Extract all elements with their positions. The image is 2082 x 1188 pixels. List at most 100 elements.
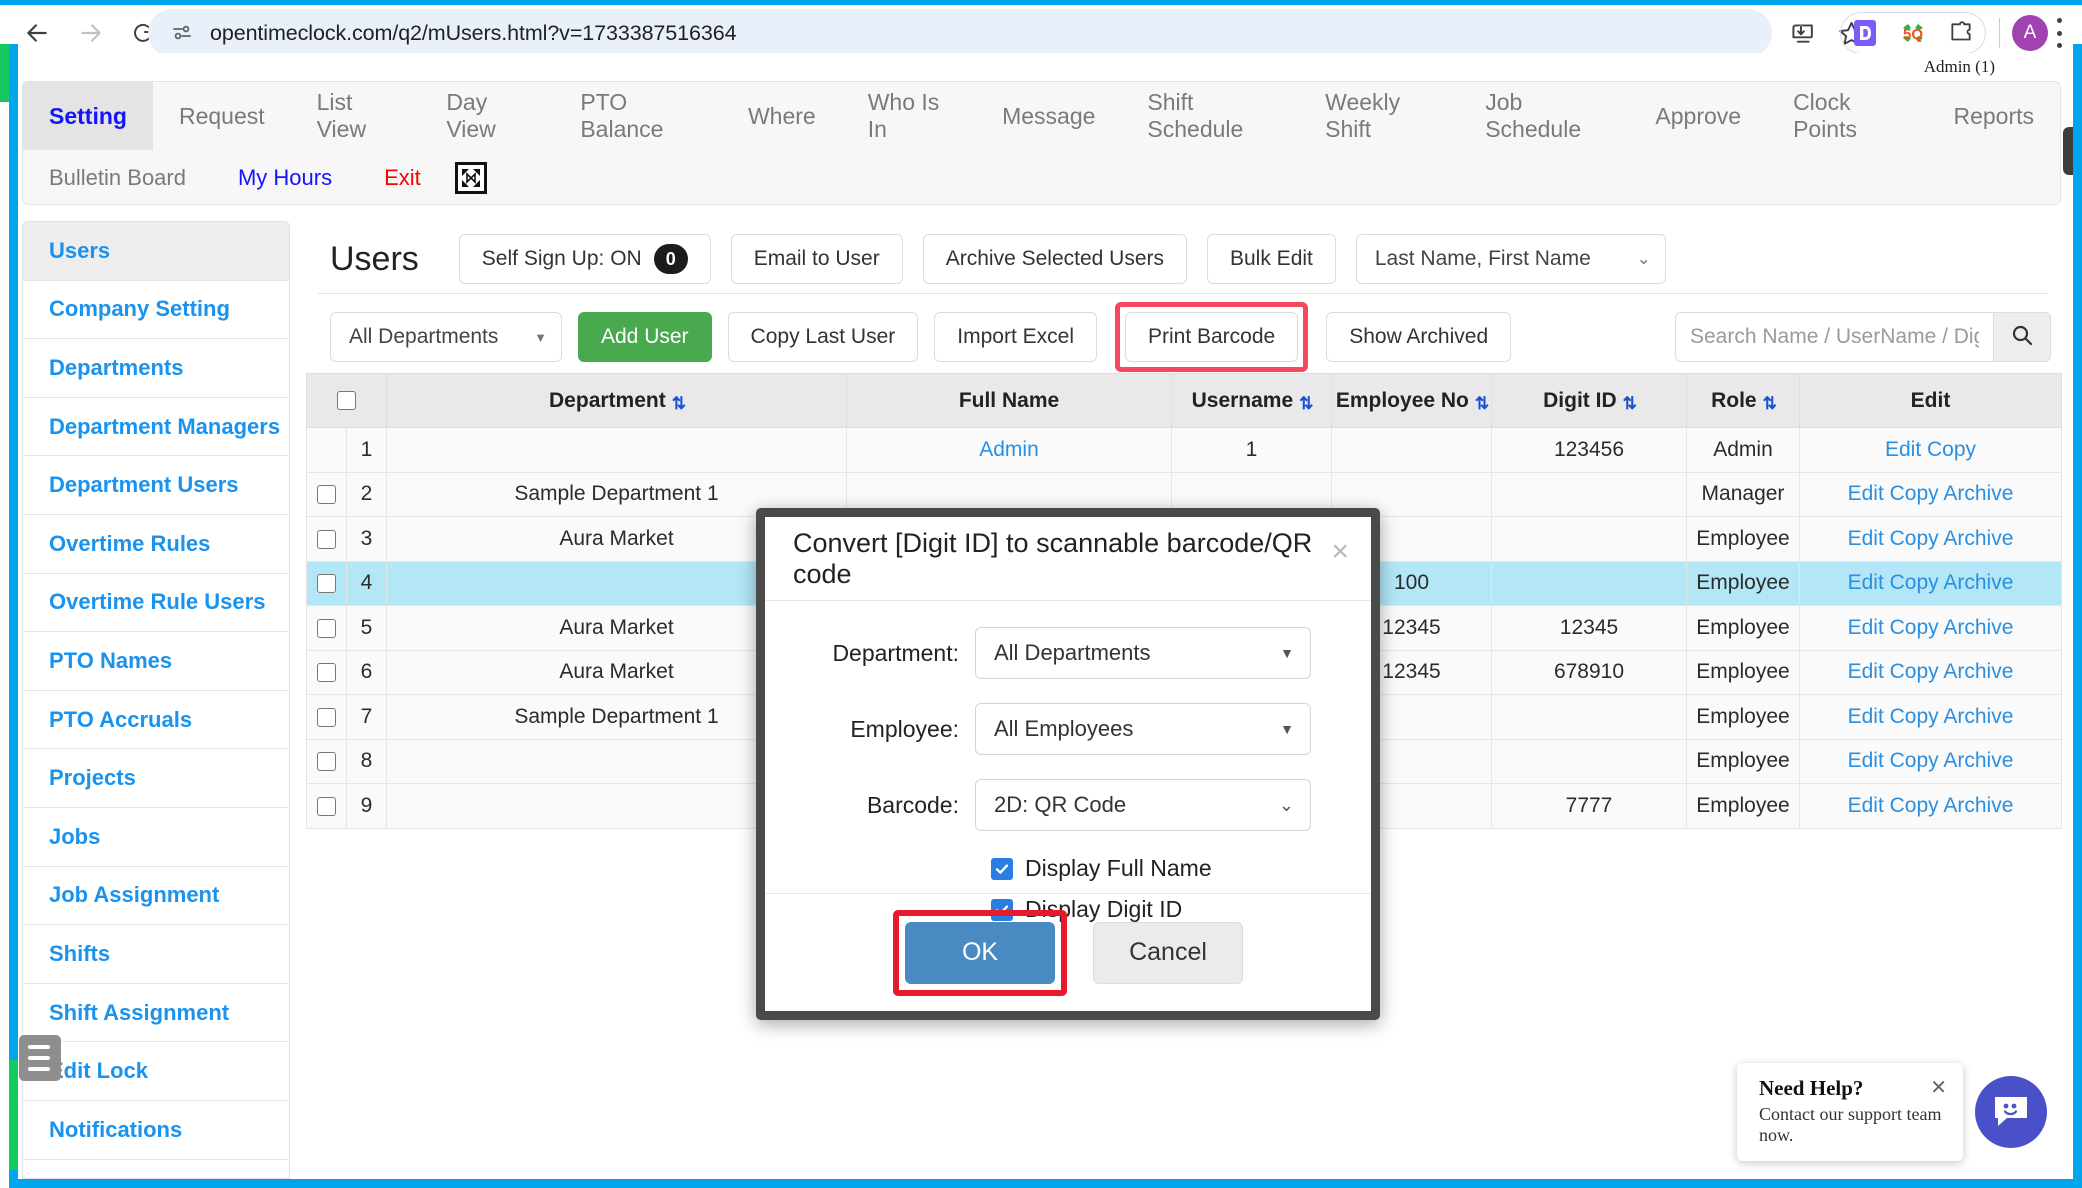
header-department[interactable]: Department ⇅ — [386, 373, 847, 428]
import-excel-button[interactable]: Import Excel — [934, 312, 1097, 362]
row-checkbox-cell[interactable] — [306, 516, 347, 562]
add-user-button[interactable]: Add User — [578, 312, 712, 362]
row-checkbox-cell[interactable] — [306, 560, 347, 606]
row-checkbox-cell[interactable] — [306, 783, 347, 829]
name-order-select[interactable]: Last Name, First Name ⌄ — [1355, 234, 1666, 284]
header-username[interactable]: Username ⇅ — [1171, 373, 1332, 428]
search-input[interactable] — [1675, 312, 1993, 362]
sidebar-item-pto-accruals[interactable]: PTO Accruals — [23, 690, 289, 750]
sidebar-item-job-assignment[interactable]: Job Assignment — [23, 866, 289, 926]
print-barcode-button[interactable]: Print Barcode — [1124, 312, 1299, 362]
tab-pto-balance[interactable]: PTO Balance — [554, 82, 722, 150]
sidebar-item-overtime-rule-users[interactable]: Overtime Rule Users — [23, 573, 289, 633]
cell-edit-actions-link[interactable]: Edit Copy Archive — [1848, 749, 2014, 772]
sidebar-item-departments[interactable]: Departments — [23, 339, 289, 398]
tab-shift-schedule[interactable]: Shift Schedule — [1121, 82, 1299, 150]
department-filter-select[interactable]: All Departments ▼ — [330, 312, 562, 362]
row-checkbox-cell[interactable] — [306, 605, 347, 651]
modal-department-select[interactable]: All Departments ▼ — [975, 627, 1311, 679]
cell-edit-actions-link[interactable]: Edit Copy — [1885, 438, 1976, 461]
tab-approve[interactable]: Approve — [1629, 82, 1767, 150]
sidebar-item-jobs[interactable]: Jobs — [23, 807, 289, 867]
header-select-all[interactable] — [306, 373, 387, 428]
show-archived-button[interactable]: Show Archived — [1326, 312, 1512, 362]
tab-who-is-in[interactable]: Who Is In — [842, 82, 976, 150]
row-checkbox[interactable] — [317, 796, 336, 816]
cell-edit-actions[interactable]: Edit Copy — [1799, 427, 2062, 473]
table-row[interactable]: 1 Admin 1 123456 Admin Edit Copy — [306, 427, 2062, 473]
cancel-button[interactable]: Cancel — [1093, 921, 1243, 984]
tab-bulletin-board[interactable]: Bulletin Board — [23, 165, 212, 191]
tab-message[interactable]: Message — [976, 82, 1121, 150]
cell-edit-actions[interactable]: Edit Copy Archive — [1799, 560, 2062, 606]
sidebar-item-shifts[interactable]: Shifts — [23, 925, 289, 984]
sidebar-item-pto-names[interactable]: PTO Names — [23, 632, 289, 691]
display-full-name-checkbox[interactable] — [991, 857, 1013, 880]
site-settings-icon[interactable] — [170, 21, 194, 45]
row-checkbox[interactable] — [317, 663, 336, 683]
fullscreen-icon[interactable] — [454, 162, 487, 194]
tab-exit[interactable]: Exit — [358, 165, 447, 191]
cell-edit-actions-link[interactable]: Edit Copy Archive — [1848, 705, 2014, 728]
cell-edit-actions[interactable]: Edit Copy Archive — [1799, 516, 2062, 562]
self-sign-up-button[interactable]: Self Sign Up: ON 0 — [458, 234, 711, 284]
cell-edit-actions[interactable]: Edit Copy Archive — [1799, 605, 2062, 651]
three-dot-menu-icon[interactable] — [2056, 18, 2062, 48]
header-digit-id[interactable]: Digit ID ⇅ — [1491, 373, 1687, 428]
sidebar-item-company-setting[interactable]: Company Setting — [23, 280, 289, 340]
email-to-user-button[interactable]: Email to User — [730, 234, 903, 284]
cell-edit-actions-link[interactable]: Edit Copy Archive — [1848, 616, 2014, 639]
search-button[interactable] — [1993, 312, 2051, 362]
cell-edit-actions-link[interactable]: Edit Copy Archive — [1848, 794, 2014, 817]
cell-edit-actions-link[interactable]: Edit Copy Archive — [1848, 527, 2014, 550]
archive-selected-users-button[interactable]: Archive Selected Users — [922, 234, 1187, 284]
chat-bubble-icon[interactable] — [1975, 1076, 2047, 1148]
sidebar-item-edit-lock[interactable]: Edit Lock — [23, 1042, 289, 1101]
bulk-edit-button[interactable]: Bulk Edit — [1207, 234, 1336, 284]
close-icon[interactable]: × — [1331, 535, 1349, 569]
cell-edit-actions-link[interactable]: Edit Copy Archive — [1848, 571, 2014, 594]
row-checkbox-cell[interactable] — [306, 694, 347, 740]
sidebar-item-shift-assignment[interactable]: Shift Assignment — [23, 983, 289, 1043]
modal-barcode-select[interactable]: 2D: QR Code ⌄ — [975, 779, 1311, 831]
row-checkbox[interactable] — [317, 752, 336, 772]
copy-last-user-button[interactable]: Copy Last User — [727, 312, 919, 362]
extensions-puzzle-icon[interactable] — [1946, 18, 1976, 48]
install-app-icon[interactable] — [1780, 12, 1822, 54]
row-checkbox-cell[interactable] — [306, 738, 347, 784]
help-card[interactable]: Need Help? Contact our support team now.… — [1737, 1063, 1963, 1161]
extension-5q-icon[interactable]: 5Q — [1898, 18, 1928, 48]
tab-reports[interactable]: Reports — [1927, 82, 2060, 150]
tab-list-view[interactable]: List View — [291, 82, 421, 150]
modal-checkbox-full-name[interactable]: Display Full Name — [991, 855, 1371, 882]
sidebar-item-projects[interactable]: Projects — [23, 749, 289, 808]
tab-where[interactable]: Where — [722, 82, 842, 150]
back-arrow-icon[interactable] — [16, 12, 58, 54]
cell-edit-actions-link[interactable]: Edit Copy Archive — [1848, 660, 2014, 683]
cell-edit-actions[interactable]: Edit Copy Archive — [1799, 694, 2062, 740]
row-checkbox-cell[interactable] — [306, 471, 347, 517]
right-panel-handle[interactable] — [2063, 127, 2073, 175]
sidebar-item-department-managers[interactable]: Department Managers — [23, 397, 289, 457]
row-checkbox[interactable] — [317, 529, 336, 549]
sidebar-toggle-icon[interactable] — [19, 1035, 61, 1081]
tab-day-view[interactable]: Day View — [420, 82, 554, 150]
ok-button[interactable]: OK — [905, 921, 1055, 984]
header-employee-no[interactable]: Employee No ⇅ — [1331, 373, 1492, 428]
header-role[interactable]: Role ⇅ — [1686, 373, 1800, 428]
tab-setting[interactable]: Setting — [23, 82, 153, 150]
row-checkbox[interactable] — [317, 618, 336, 638]
row-checkbox[interactable] — [317, 707, 336, 727]
row-checkbox-cell[interactable] — [306, 649, 347, 695]
sidebar-item-overtime-rules[interactable]: Overtime Rules — [23, 514, 289, 574]
tab-weekly-shift[interactable]: Weekly Shift — [1299, 82, 1459, 150]
modal-employee-select[interactable]: All Employees ▼ — [975, 703, 1311, 755]
cell-edit-actions[interactable]: Edit Copy Archive — [1799, 783, 2062, 829]
close-icon[interactable]: ✕ — [1930, 1075, 1947, 1100]
sidebar-item-users[interactable]: Users — [23, 222, 289, 281]
row-checkbox[interactable] — [317, 574, 336, 594]
cell-edit-actions[interactable]: Edit Copy Archive — [1799, 471, 2062, 517]
row-checkbox[interactable] — [317, 485, 336, 505]
cell-full-name[interactable]: Admin — [846, 427, 1172, 473]
sidebar-item-notifications[interactable]: Notifications — [23, 1100, 289, 1160]
